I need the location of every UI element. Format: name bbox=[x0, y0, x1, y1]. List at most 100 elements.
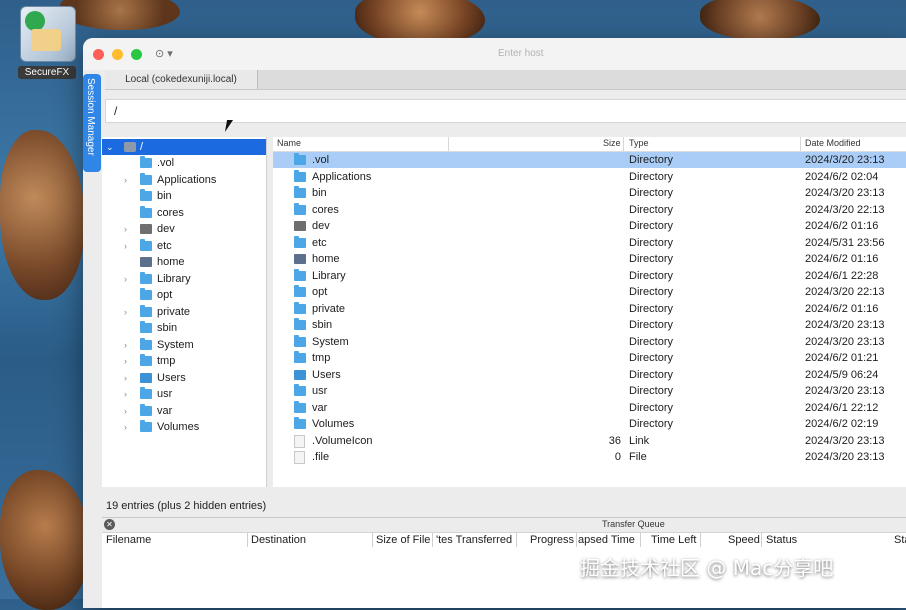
column-progress[interactable]: Progress bbox=[530, 534, 574, 546]
securefx-window: ⊙ ▾ Enter host Session Manager Local (co… bbox=[83, 38, 906, 608]
chevron-right-icon[interactable]: › bbox=[124, 304, 134, 320]
tree-item[interactable]: › Applications bbox=[102, 172, 266, 188]
more-options-icon[interactable]: ⊙ ▾ bbox=[155, 47, 173, 60]
tree-item[interactable]: › Volumes bbox=[102, 419, 266, 435]
column-speed[interactable]: Speed bbox=[728, 534, 760, 546]
tree-item[interactable]: home bbox=[102, 254, 266, 270]
date-modified: 2024/5/31 23:56 bbox=[805, 236, 885, 249]
column-divider[interactable] bbox=[700, 533, 701, 547]
folder-icon bbox=[140, 337, 152, 350]
table-row[interactable]: var Directory 2024/6/1 22:12 bbox=[273, 400, 906, 416]
folder-icon bbox=[294, 417, 306, 429]
column-filename[interactable]: Filename bbox=[106, 534, 151, 546]
host-field[interactable]: Enter host bbox=[498, 48, 544, 59]
tree-item[interactable]: › dev bbox=[102, 221, 266, 237]
column-destination[interactable]: Destination bbox=[251, 534, 306, 546]
tab-local[interactable]: Local (cokedexuniji.local) bbox=[105, 70, 258, 89]
table-row[interactable]: opt Directory 2024/3/20 22:13 bbox=[273, 284, 906, 300]
securefx-desktop-icon[interactable]: SecureFX bbox=[18, 6, 76, 82]
close-icon[interactable]: ✕ bbox=[104, 519, 115, 530]
table-row[interactable]: Users Directory 2024/5/9 06:24 bbox=[273, 367, 906, 383]
column-divider[interactable] bbox=[372, 533, 373, 547]
file-size: 0 bbox=[614, 451, 621, 463]
chevron-right-icon[interactable]: › bbox=[124, 353, 134, 369]
file-name: cores bbox=[312, 203, 339, 216]
table-row[interactable]: private Directory 2024/6/2 01:16 bbox=[273, 301, 906, 317]
folder-icon bbox=[294, 153, 306, 165]
chevron-right-icon[interactable]: › bbox=[124, 337, 134, 353]
path-bar[interactable]: / bbox=[105, 99, 906, 123]
zoom-window-button[interactable] bbox=[131, 49, 142, 60]
column-divider[interactable] bbox=[448, 137, 449, 151]
tree-item[interactable]: cores bbox=[102, 205, 266, 221]
column-divider[interactable] bbox=[516, 533, 517, 547]
tree-item[interactable]: › System bbox=[102, 337, 266, 353]
table-row[interactable]: Applications Directory 2024/6/2 02:04 bbox=[273, 169, 906, 185]
tree-item[interactable]: bin bbox=[102, 188, 266, 204]
file-type: Directory bbox=[629, 253, 674, 265]
file-type: Directory bbox=[629, 154, 674, 166]
minimize-window-button[interactable] bbox=[112, 49, 123, 60]
column-divider[interactable] bbox=[576, 533, 577, 547]
chevron-right-icon[interactable]: › bbox=[124, 370, 134, 386]
tree-item-label: dev bbox=[157, 223, 175, 235]
tree-item-root[interactable]: ⌄ / bbox=[102, 139, 266, 155]
table-row[interactable]: usr Directory 2024/3/20 23:13 bbox=[273, 383, 906, 399]
file-name: Library bbox=[312, 269, 346, 282]
table-row[interactable]: etc Directory 2024/5/31 23:56 bbox=[273, 235, 906, 251]
tree-item[interactable]: › var bbox=[102, 403, 266, 419]
chevron-right-icon[interactable]: › bbox=[124, 403, 134, 419]
column-divider[interactable] bbox=[800, 137, 801, 151]
chevron-right-icon[interactable]: › bbox=[124, 238, 134, 254]
column-type[interactable]: Type bbox=[629, 138, 649, 148]
column-divider[interactable] bbox=[432, 533, 433, 547]
tree-item[interactable]: .vol bbox=[102, 155, 266, 171]
device-icon bbox=[294, 221, 306, 231]
table-row[interactable]: .VolumeIcon 36 Link 2024/3/20 23:13 bbox=[273, 433, 906, 449]
column-status[interactable]: Status bbox=[766, 534, 797, 546]
tree-item[interactable]: opt bbox=[102, 287, 266, 303]
chevron-right-icon[interactable]: › bbox=[124, 386, 134, 402]
tree-item[interactable]: sbin bbox=[102, 320, 266, 336]
table-row[interactable]: cores Directory 2024/3/20 22:13 bbox=[273, 202, 906, 218]
tree-item[interactable]: › tmp bbox=[102, 353, 266, 369]
column-size-of-file[interactable]: Size of File bbox=[376, 534, 430, 546]
tree-item[interactable]: › usr bbox=[102, 386, 266, 402]
column-divider[interactable] bbox=[247, 533, 248, 547]
tree-item[interactable]: › Library bbox=[102, 271, 266, 287]
folder-icon bbox=[140, 403, 152, 416]
table-row[interactable]: .vol Directory 2024/3/20 23:13 bbox=[273, 152, 906, 168]
close-window-button[interactable] bbox=[93, 49, 104, 60]
tree-item[interactable]: › Users bbox=[102, 370, 266, 386]
column-name[interactable]: Name bbox=[277, 138, 301, 148]
session-manager-tab[interactable]: Session Manager bbox=[83, 74, 101, 172]
table-row[interactable]: sbin Directory 2024/3/20 23:13 bbox=[273, 317, 906, 333]
column-divider[interactable] bbox=[761, 533, 762, 547]
column-size[interactable]: Size bbox=[603, 138, 621, 148]
tree-item[interactable]: › private bbox=[102, 304, 266, 320]
tree-item-label: etc bbox=[157, 239, 172, 252]
chevron-right-icon[interactable]: › bbox=[124, 172, 134, 188]
tree-item[interactable]: › etc bbox=[102, 238, 266, 254]
column-divider[interactable] bbox=[623, 137, 624, 151]
table-row[interactable]: Volumes Directory 2024/6/2 02:19 bbox=[273, 416, 906, 432]
table-row[interactable]: tmp Directory 2024/6/2 01:21 bbox=[273, 350, 906, 366]
file-type: Directory bbox=[629, 418, 674, 430]
table-row[interactable]: .file 0 File 2024/3/20 23:13 bbox=[273, 449, 906, 465]
column-time-left[interactable]: Time Left bbox=[651, 534, 696, 546]
chevron-right-icon[interactable]: › bbox=[124, 221, 134, 237]
chevron-right-icon[interactable]: › bbox=[124, 271, 134, 287]
table-row[interactable]: Library Directory 2024/6/1 22:28 bbox=[273, 268, 906, 284]
date-modified: 2024/3/20 23:13 bbox=[805, 187, 885, 199]
column-status-extra[interactable]: Sta bbox=[894, 534, 906, 546]
chevron-down-icon[interactable]: ⌄ bbox=[106, 139, 116, 155]
table-row[interactable]: home Directory 2024/6/2 01:16 bbox=[273, 251, 906, 267]
table-row[interactable]: System Directory 2024/3/20 23:13 bbox=[273, 334, 906, 350]
table-row[interactable]: bin Directory 2024/3/20 23:13 bbox=[273, 185, 906, 201]
column-bytes-transferred[interactable]: 'tes Transferred bbox=[436, 534, 512, 546]
column-date-modified[interactable]: Date Modified bbox=[805, 138, 861, 148]
chevron-right-icon[interactable]: › bbox=[124, 419, 134, 435]
table-row[interactable]: dev Directory 2024/6/2 01:16 bbox=[273, 218, 906, 234]
column-elapsed-time[interactable]: apsed Time bbox=[578, 534, 635, 546]
column-divider[interactable] bbox=[640, 533, 641, 547]
